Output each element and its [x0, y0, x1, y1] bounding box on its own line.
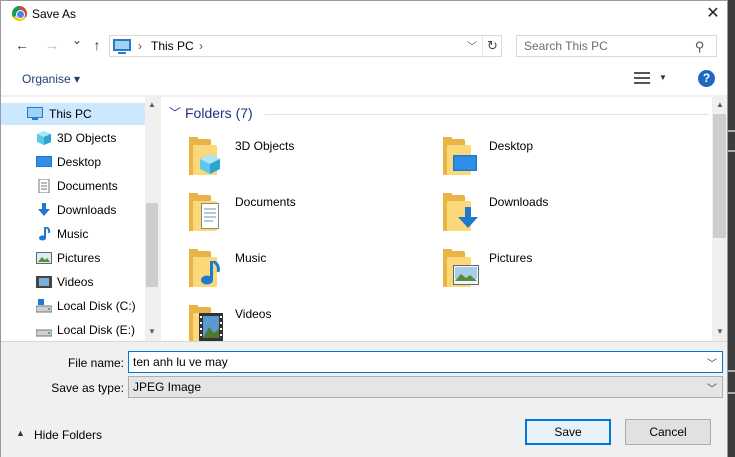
download-icon	[458, 207, 478, 228]
folder-label: Videos	[235, 307, 272, 321]
address-dropdown-icon[interactable]: ﹀	[467, 38, 477, 53]
save-as-type-label: Save as type:	[51, 381, 124, 395]
sidebar-item-local-disk-e[interactable]: Local Disk (E:)	[1, 319, 145, 341]
file-name-dropdown-icon[interactable]: ﹀	[707, 355, 717, 370]
folder-label: Music	[235, 251, 267, 265]
close-icon[interactable]: ✕	[701, 4, 725, 24]
picture-icon	[36, 252, 52, 264]
sidebar-item-pictures[interactable]: Pictures	[1, 247, 145, 269]
search-icon[interactable]: ⚲	[695, 39, 705, 55]
collapse-group-chevron-icon[interactable]: ﹀	[169, 104, 181, 121]
refresh-icon[interactable]: ↻	[482, 36, 502, 56]
drive-icon	[36, 329, 52, 337]
cube-icon	[37, 131, 51, 145]
content-scroll-thumb[interactable]	[713, 114, 726, 238]
sidebar-item-documents[interactable]: Documents	[1, 175, 145, 197]
sidebar-item-downloads[interactable]: Downloads	[1, 199, 145, 221]
group-divider	[265, 114, 709, 115]
desktop-icon	[36, 156, 52, 167]
navigation-scroll-thumb[interactable]	[146, 203, 158, 287]
save-as-dialog: Save As ✕ ← → ⌄ ↑ › This PC › ﹀ ↻ Search…	[0, 0, 728, 457]
background-window-strip	[727, 0, 735, 457]
organise-button[interactable]: Organise ▾	[22, 72, 80, 86]
sidebar-item-music[interactable]: Music	[1, 223, 145, 245]
file-name-field[interactable]: ten anh lu ve may ﹀	[128, 351, 723, 373]
folder-label: 3D Objects	[235, 139, 295, 153]
address-bar[interactable]: › This PC › ﹀ ↻	[109, 35, 502, 57]
search-box[interactable]: Search This PC ⚲	[516, 35, 717, 57]
save-as-type-value: JPEG Image	[133, 380, 202, 394]
view-options-icon[interactable]	[634, 71, 650, 85]
chrome-icon	[12, 6, 27, 21]
save-as-type-select[interactable]: JPEG Image ﹀	[128, 376, 723, 398]
window-title: Save As	[32, 7, 77, 21]
video-icon	[199, 313, 223, 341]
file-name-label: File name:	[67, 356, 124, 370]
file-name-value[interactable]: ten anh lu ve may	[133, 355, 228, 369]
scroll-down-icon[interactable]: ▼	[145, 327, 159, 336]
save-button[interactable]: Save	[525, 419, 611, 445]
download-icon	[38, 203, 50, 216]
hide-folders-button[interactable]: Hide Folders	[34, 428, 102, 442]
drive-icon	[36, 299, 52, 313]
view-dropdown-icon[interactable]: ▼	[659, 73, 667, 82]
title-bar: Save As ✕	[1, 1, 727, 27]
music-icon	[201, 261, 220, 285]
pc-icon	[27, 107, 43, 120]
scroll-down-icon[interactable]: ▼	[713, 327, 727, 336]
navigation-pane: This PC 3D Objects Desktop Documents Dow…	[1, 97, 159, 341]
search-input[interactable]: Search This PC	[524, 39, 608, 53]
scroll-up-icon[interactable]: ▲	[145, 100, 159, 109]
picture-icon	[453, 265, 479, 285]
sidebar-item-3d-objects[interactable]: 3D Objects	[1, 127, 145, 149]
sidebar-item-desktop[interactable]: Desktop	[1, 151, 145, 173]
folder-label: Downloads	[489, 195, 549, 209]
folder-label: Pictures	[489, 251, 533, 265]
music-icon	[39, 227, 51, 241]
folder-label: Documents	[235, 195, 296, 209]
forward-arrow-icon[interactable]: →	[43, 37, 61, 53]
scroll-up-icon[interactable]: ▲	[713, 100, 727, 109]
cube-icon	[200, 154, 220, 174]
up-arrow-icon[interactable]: ↑	[88, 37, 106, 53]
chevron-up-icon[interactable]: ▲	[16, 428, 25, 438]
breadcrumb-this-pc[interactable]: This PC	[151, 39, 194, 53]
desktop-icon	[453, 155, 477, 171]
recent-locations-chevron-icon[interactable]: ⌄	[68, 33, 86, 47]
pc-icon	[113, 39, 131, 51]
cancel-button[interactable]: Cancel	[625, 419, 711, 445]
folder-label: Desktop	[489, 139, 534, 153]
help-icon[interactable]: ?	[698, 70, 715, 87]
command-bar	[1, 65, 727, 95]
sidebar-item-local-disk-c[interactable]: Local Disk (C:)	[1, 295, 145, 317]
sidebar-item-videos[interactable]: Videos	[1, 271, 145, 293]
sidebar-item-this-pc[interactable]: This PC	[1, 103, 145, 125]
back-arrow-icon[interactable]: ←	[13, 37, 31, 53]
video-icon	[36, 276, 52, 288]
save-as-type-dropdown-icon[interactable]: ﹀	[707, 380, 717, 395]
breadcrumb-chevron-icon[interactable]: ›	[199, 39, 203, 53]
document-icon	[201, 203, 219, 229]
breadcrumb-chevron-icon[interactable]: ›	[138, 39, 142, 53]
folders-group-header[interactable]: Folders (7)	[185, 105, 253, 121]
document-icon	[38, 179, 50, 193]
